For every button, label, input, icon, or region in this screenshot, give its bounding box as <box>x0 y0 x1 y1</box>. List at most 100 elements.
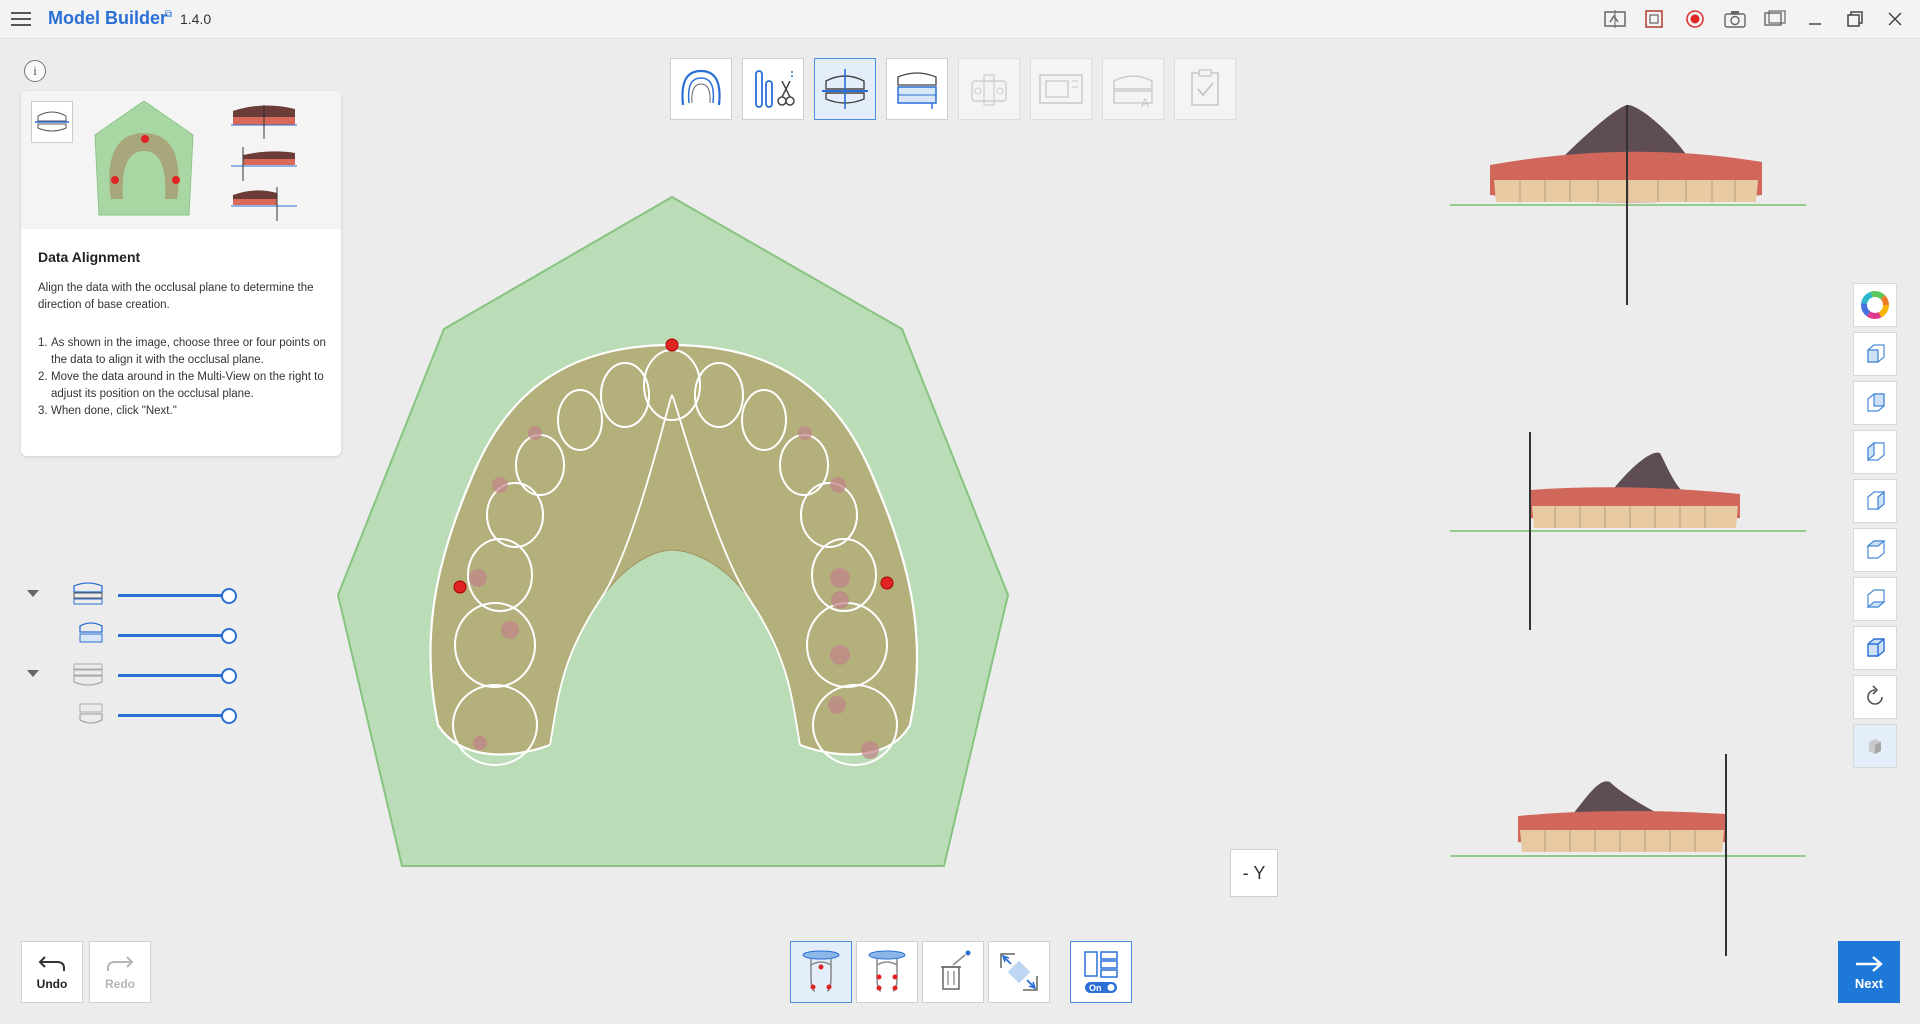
main-3d-viewport[interactable] <box>320 180 1020 880</box>
bottom-view-icon <box>1866 589 1886 608</box>
review-icon <box>1191 69 1219 106</box>
step-7[interactable]: A <box>1102 58 1164 120</box>
step-arch-select[interactable] <box>670 58 732 120</box>
solid-render-button[interactable] <box>1853 724 1897 768</box>
left-view-button[interactable] <box>1853 430 1897 474</box>
compare-icon[interactable] <box>1598 4 1632 34</box>
step-data-alignment[interactable] <box>814 58 876 120</box>
step-trim-tools[interactable] <box>742 58 804 120</box>
lower-jaw-model-icon[interactable] <box>76 700 112 728</box>
color-wheel-icon <box>1861 291 1889 319</box>
guide-title: Data Alignment <box>38 249 141 265</box>
step-5[interactable] <box>958 58 1020 120</box>
lower-jaw-icon[interactable] <box>70 660 106 688</box>
top-view-icon <box>1866 540 1886 559</box>
back-view-button[interactable] <box>1853 381 1897 425</box>
multiview-right[interactable] <box>1450 752 1810 962</box>
three-point-align-button[interactable] <box>790 941 852 1003</box>
reset-rotation-icon <box>1867 685 1883 705</box>
base-creation-icon <box>897 72 937 109</box>
upper-jaw-slider[interactable] <box>118 588 237 604</box>
arch-select-icon <box>681 69 721 106</box>
upper-jaw-sub-slider[interactable] <box>118 628 237 644</box>
multi-view-toggle-button[interactable]: On <box>1070 941 1132 1003</box>
layer-lower-jaw <box>24 660 254 690</box>
multi-view-toggle-icon: On <box>1084 951 1118 993</box>
workflow-steps: A <box>670 58 1236 120</box>
multiview-front[interactable] <box>1450 100 1810 310</box>
guide-step: 2. Move the data around in the Multi-View… <box>38 371 324 400</box>
fit-view-icon <box>1000 953 1038 991</box>
step-6[interactable] <box>1030 58 1092 120</box>
clear-points-icon <box>941 950 971 990</box>
bottom-view-button[interactable] <box>1853 577 1897 621</box>
step-review[interactable] <box>1174 58 1236 120</box>
restore-icon[interactable] <box>1838 4 1872 34</box>
svg-text:A: A <box>1141 96 1149 110</box>
view-tools <box>1853 283 1897 768</box>
undo-button[interactable]: Undo <box>21 941 83 1003</box>
collapse-arrow-icon[interactable] <box>27 670 39 677</box>
guide-step: 1. As shown in the image, choose three or… <box>38 337 326 366</box>
close-icon[interactable] <box>1878 4 1912 34</box>
guide-panel: Data Alignment Align the data with the o… <box>21 91 341 456</box>
lower-jaw-slider[interactable] <box>118 668 237 684</box>
undo-icon <box>38 956 65 971</box>
top-view-button[interactable] <box>1853 528 1897 572</box>
front-view-icon <box>1867 344 1885 363</box>
clear-points-button[interactable] <box>922 941 984 1003</box>
data-alignment-icon <box>822 69 868 109</box>
right-view-icon <box>1867 490 1885 511</box>
alignment-point[interactable] <box>880 576 894 590</box>
multi-view-toggle-badge: On <box>1089 983 1102 993</box>
reset-rotation-button[interactable] <box>1853 675 1897 719</box>
iso-view-icon <box>1867 638 1885 657</box>
three-point-align-icon <box>802 950 840 992</box>
front-view-button[interactable] <box>1853 332 1897 376</box>
camera-icon[interactable] <box>1718 4 1752 34</box>
guide-steps: 1. As shown in the image, choose three or… <box>38 335 338 420</box>
guide-side-diagrams <box>231 105 297 221</box>
alignment-point[interactable] <box>665 338 679 352</box>
view-direction-label[interactable]: - Y <box>1230 849 1278 897</box>
step-base-creation[interactable] <box>886 58 948 120</box>
redo-icon <box>107 956 134 971</box>
layer-upper-jaw-sub <box>24 620 254 650</box>
info-icon[interactable]: i <box>24 60 46 82</box>
alignment-point[interactable] <box>453 580 467 594</box>
guide-step: 3. When done, click "Next." <box>38 405 177 417</box>
solid-render-icon <box>1869 739 1881 754</box>
multiview-left[interactable] <box>1450 428 1810 638</box>
record-icon[interactable] <box>1678 4 1712 34</box>
collapse-arrow-icon[interactable] <box>27 590 39 597</box>
four-point-align-button[interactable] <box>856 941 918 1003</box>
guide-description: Align the data with the occlusal plane t… <box>38 282 314 311</box>
lower-jaw-sub-slider[interactable] <box>118 708 237 724</box>
title-bar: Model Builder ⧉ 1.4.0 <box>0 0 1920 39</box>
fit-view-button[interactable] <box>988 941 1050 1003</box>
model-step-6-icon <box>1039 74 1083 104</box>
layer-lower-jaw-sub <box>24 700 254 730</box>
arrow-right-icon <box>1856 955 1883 972</box>
menu-icon[interactable] <box>8 8 34 30</box>
upper-jaw-icon[interactable] <box>70 580 106 608</box>
minimize-icon[interactable] <box>1798 4 1832 34</box>
next-button[interactable]: Next <box>1838 941 1900 1003</box>
app-title: Model Builder <box>48 8 168 28</box>
crop-icon[interactable] <box>1638 4 1672 34</box>
back-view-icon <box>1867 393 1885 412</box>
color-wheel-button[interactable] <box>1853 283 1897 327</box>
upper-jaw-model-icon[interactable] <box>76 620 112 648</box>
redo-label: Redo <box>105 977 135 991</box>
left-view-icon <box>1867 441 1885 462</box>
four-point-align-icon <box>868 950 906 992</box>
version-info-icon: ⧉ <box>165 9 173 20</box>
guide-illustration <box>21 91 341 229</box>
iso-view-button[interactable] <box>1853 626 1897 670</box>
redo-button[interactable]: Redo <box>89 941 151 1003</box>
app-version: 1.4.0 <box>180 11 212 27</box>
right-view-button[interactable] <box>1853 479 1897 523</box>
screen-capture-icon[interactable] <box>1758 4 1792 34</box>
model-step-5-icon <box>971 74 1007 106</box>
undo-label: Undo <box>36 977 68 991</box>
